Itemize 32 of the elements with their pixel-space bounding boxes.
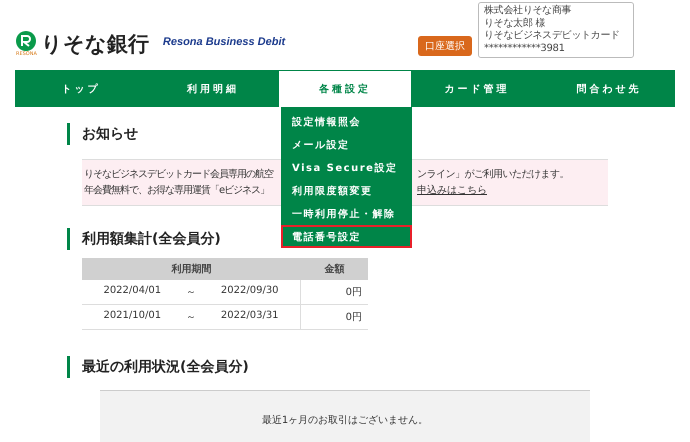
menu-item[interactable]: Visa Secure設定: [281, 156, 412, 179]
amount-cell: 0円: [300, 304, 368, 330]
menu-item[interactable]: 設定情報照会: [281, 110, 412, 133]
range-tilde: ～: [186, 286, 196, 299]
range-tilde: ～: [186, 311, 196, 324]
apply-link[interactable]: 申込みはこちら: [417, 183, 487, 199]
nav-tab[interactable]: トップ: [15, 70, 147, 107]
notice-text: 年会費無料で、お得な専用運賃「eビジネス」: [84, 184, 270, 198]
menu-item[interactable]: メール設定: [281, 133, 412, 156]
nav-tab[interactable]: 各種設定: [279, 70, 411, 107]
account-info-panel: 株式会社りそな商事 りそな太郎 様 りそなビジネスデビットカード ************3981: [478, 2, 634, 58]
notice-text: ンライン」がご利用いただけます。: [417, 168, 569, 182]
nav-tab[interactable]: 利用明細: [147, 70, 279, 107]
menu-item[interactable]: 一時利用停止・解除: [281, 202, 412, 225]
column-header: 金額: [300, 258, 368, 280]
column-header: 利用期間: [82, 258, 300, 280]
start-date: 2021/10/01: [103, 310, 162, 323]
bank-logo-text: りそな銀行: [40, 32, 149, 58]
amount-cell: 0円: [300, 280, 368, 304]
product-name: Resona Business Debit: [162, 36, 286, 48]
notice-text: りそなビジネスデビットカード会員専用の航空: [84, 168, 274, 182]
menu-item[interactable]: 電話番号設定: [281, 225, 412, 248]
end-date: 2022/09/30: [220, 285, 279, 298]
section-title: 最近の利用状況(全会員分): [67, 356, 690, 378]
end-date: 2022/03/31: [220, 310, 279, 323]
account-select-button[interactable]: 口座選択: [418, 36, 472, 56]
empty-message: 最近1ヶ月のお取引はございません。: [262, 414, 428, 426]
start-date: 2022/04/01: [103, 285, 162, 298]
nav-tab[interactable]: カード管理: [411, 70, 543, 107]
menu-item[interactable]: 利用限度額変更: [281, 179, 412, 202]
logo-icon: [16, 31, 36, 51]
nav-tab[interactable]: 問合わせ先: [543, 70, 675, 107]
